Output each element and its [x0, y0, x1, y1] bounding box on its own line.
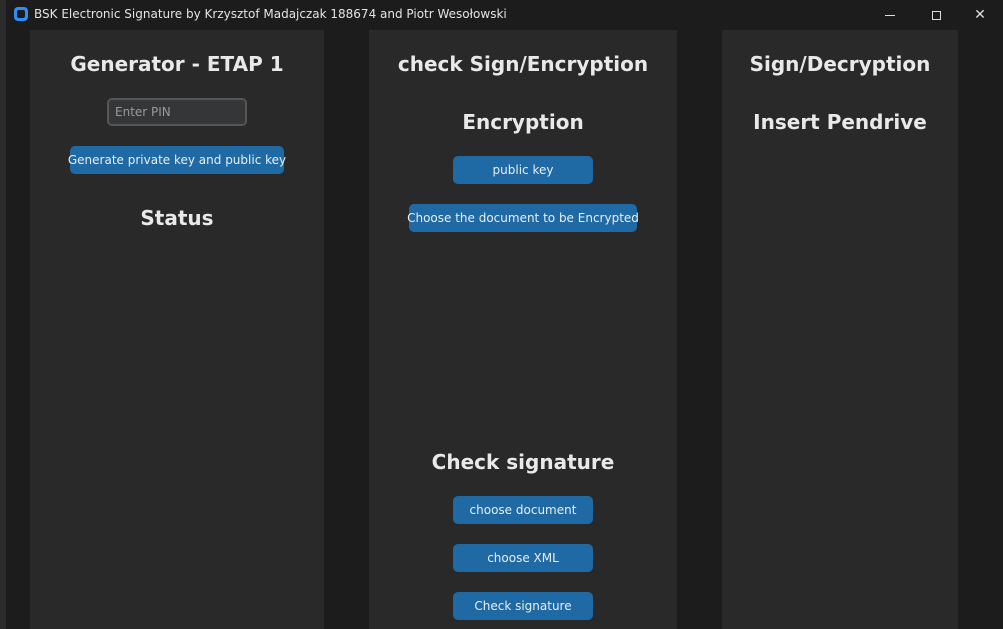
status-heading: Status [140, 206, 214, 230]
public-key-button[interactable]: public key [453, 156, 593, 184]
app-icon [14, 7, 28, 21]
sign-heading: Sign/Decryption [749, 52, 931, 76]
check-signature-heading: Check signature [431, 450, 615, 474]
sign-decryption-panel: Sign/Decryption Insert Pendrive [722, 30, 958, 629]
check-encryption-panel: check Sign/Encryption Encryption public … [369, 30, 677, 629]
choose-document-to-encrypt-button[interactable]: Choose the document to be Encrypted [407, 204, 639, 232]
generator-panel: Generator - ETAP 1 Generate private key … [30, 30, 324, 629]
title-bar[interactable]: BSK Electronic Signature by Krzysztof Ma… [6, 0, 1003, 30]
window-title: BSK Electronic Signature by Krzysztof Ma… [34, 7, 507, 21]
minimize-button[interactable] [867, 0, 913, 30]
close-button[interactable]: ✕ [957, 0, 1003, 30]
close-icon: ✕ [974, 7, 986, 23]
minimize-icon [885, 14, 895, 16]
choose-xml-button[interactable]: choose XML [453, 544, 593, 572]
check-heading: check Sign/Encryption [397, 52, 649, 76]
encryption-heading: Encryption [462, 110, 584, 134]
check-signature-button[interactable]: Check signature [453, 592, 593, 620]
generate-keys-button[interactable]: Generate private key and public key [68, 146, 286, 174]
app-window: BSK Electronic Signature by Krzysztof Ma… [6, 0, 1003, 629]
maximize-icon [931, 10, 941, 20]
choose-document-button[interactable]: choose document [453, 496, 593, 524]
generator-heading: Generator - ETAP 1 [70, 52, 284, 76]
pin-input[interactable] [107, 98, 247, 126]
maximize-button[interactable] [913, 0, 959, 30]
insert-pendrive-heading: Insert Pendrive [753, 110, 927, 134]
